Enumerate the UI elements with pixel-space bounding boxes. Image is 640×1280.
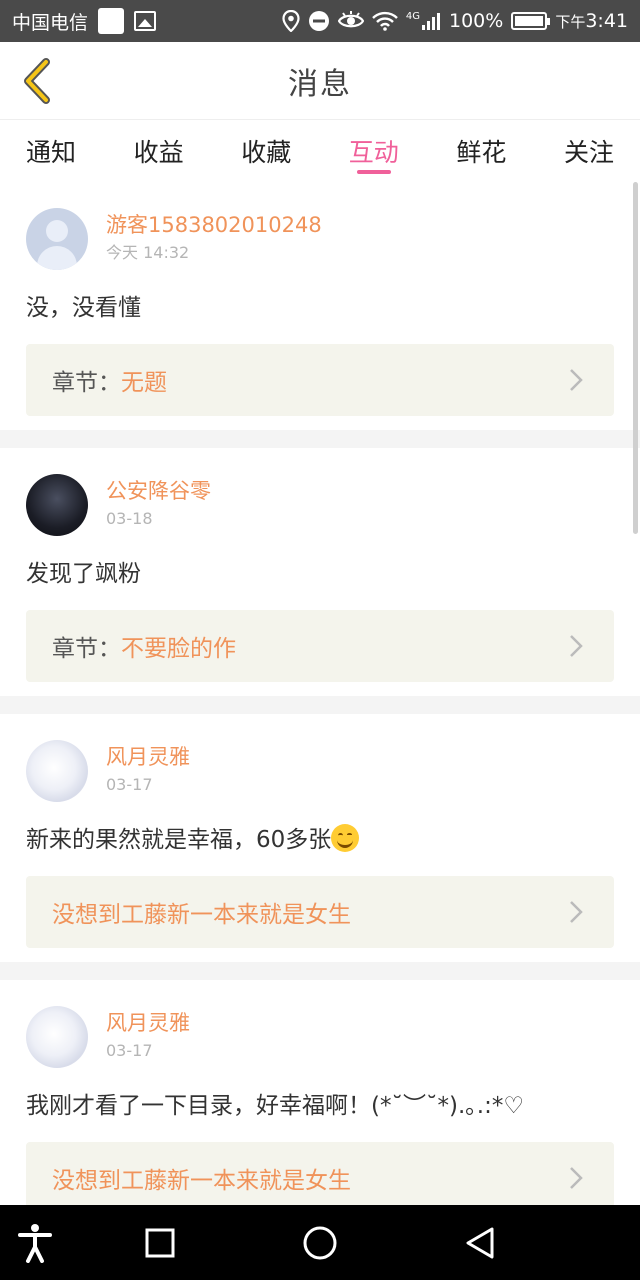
accessibility-icon[interactable] (15, 1223, 55, 1263)
chapter-name: 无题 (121, 370, 167, 396)
username[interactable]: 游客1583802010248 (106, 210, 322, 240)
timestamp: 今天 14:32 (106, 243, 190, 262)
network-type: 4G (405, 11, 420, 22)
tab-flowers[interactable]: 鲜花 (456, 120, 506, 182)
header: 消息 (0, 42, 640, 120)
tab-bar: 通知 收益 收藏 互动 鲜花 关注 (0, 120, 640, 182)
battery-level (515, 16, 544, 26)
avatar[interactable] (26, 208, 88, 270)
wifi-icon (372, 11, 398, 31)
chapter-link[interactable]: 章节： 无题 (26, 344, 614, 416)
username[interactable]: 风月灵雅 (106, 742, 190, 772)
status-bar: 中国电信 4G 100% 下午3:41 (0, 0, 640, 42)
chevron-right-icon (564, 1166, 588, 1190)
eye-comfort-icon (337, 11, 364, 31)
carrier-name: 中国电信 (12, 11, 89, 34)
avatar[interactable] (26, 474, 88, 536)
system-nav-bar (0, 1205, 640, 1280)
message-content: 没，没看懂 (26, 295, 141, 321)
image-notification-icon (134, 11, 157, 31)
chapter-name: 不要脸的作 (121, 636, 236, 662)
chapter-prefix: 章节： (52, 636, 121, 662)
avatar[interactable] (26, 740, 88, 802)
timestamp: 03-17 (106, 775, 153, 794)
triangle-back-icon (466, 1227, 494, 1259)
battery-percent: 100% (448, 10, 504, 32)
clock: 下午3:41 (555, 10, 628, 32)
square-icon (145, 1228, 175, 1258)
notification-app-icon (98, 8, 125, 34)
circle-icon (303, 1226, 337, 1260)
message-card: 风月灵雅 03-17 我刚才看了一下目录，好幸福啊！(*˘︶˘*).｡.:*♡ … (0, 980, 640, 1205)
chapter-link[interactable]: 没想到工藤新一本来就是女生 (26, 1142, 614, 1205)
back-nav-button[interactable] (460, 1223, 500, 1263)
username[interactable]: 公安降谷零 (106, 476, 211, 506)
do-not-disturb-icon (308, 10, 330, 32)
message-list[interactable]: 游客1583802010248 今天 14:32 没，没看懂 章节： 无题 公安… (0, 182, 640, 1205)
time: 3:41 (585, 10, 628, 32)
battery-icon (511, 12, 551, 30)
tab-favorites[interactable]: 收藏 (241, 120, 291, 182)
cellular-signal-icon: 4G (406, 11, 441, 31)
message-content-line: 新来的果然就是幸福，60多张 (26, 824, 614, 856)
page-title: 消息 (288, 66, 352, 102)
smile-emoji-icon (331, 824, 360, 852)
chapter-link[interactable]: 没想到工藤新一本来就是女生 (26, 876, 614, 948)
chevron-right-icon (564, 634, 588, 658)
chapter-name: 没想到工藤新一本来就是女生 (52, 902, 351, 928)
timestamp: 03-18 (106, 509, 153, 528)
home-button[interactable] (300, 1223, 340, 1263)
username[interactable]: 风月灵雅 (106, 1008, 190, 1038)
message-card: 游客1583802010248 今天 14:32 没，没看懂 章节： 无题 (0, 182, 640, 430)
timestamp: 03-17 (106, 1041, 153, 1060)
message-content: 新来的果然就是幸福，60多张 (26, 827, 332, 853)
back-button[interactable] (14, 56, 58, 106)
chevron-left-icon (24, 58, 50, 104)
chevron-right-icon (564, 368, 588, 392)
message-card: 公安降谷零 03-18 发现了飒粉 章节： 不要脸的作 (0, 448, 640, 696)
message-content: 发现了飒粉 (26, 561, 141, 587)
recent-apps-button[interactable] (140, 1223, 180, 1263)
message-card: 风月灵雅 03-17 新来的果然就是幸福，60多张 没想到工藤新一本来就是女生 (0, 714, 640, 962)
location-icon (282, 10, 300, 32)
chevron-right-icon (564, 900, 588, 924)
chapter-prefix: 章节： (52, 370, 121, 396)
message-content: 我刚才看了一下目录，好幸福啊！(*˘︶˘*).｡.:*♡ (26, 1093, 524, 1119)
tab-earnings[interactable]: 收益 (134, 120, 184, 182)
tab-notifications[interactable]: 通知 (26, 120, 76, 182)
tab-following[interactable]: 关注 (564, 120, 614, 182)
scrollbar[interactable] (633, 182, 638, 534)
avatar[interactable] (26, 1006, 88, 1068)
tab-interactions[interactable]: 互动 (349, 120, 399, 182)
chapter-link[interactable]: 章节： 不要脸的作 (26, 610, 614, 682)
time-prefix: 下午 (555, 13, 586, 31)
chapter-name: 没想到工藤新一本来就是女生 (52, 1168, 351, 1194)
